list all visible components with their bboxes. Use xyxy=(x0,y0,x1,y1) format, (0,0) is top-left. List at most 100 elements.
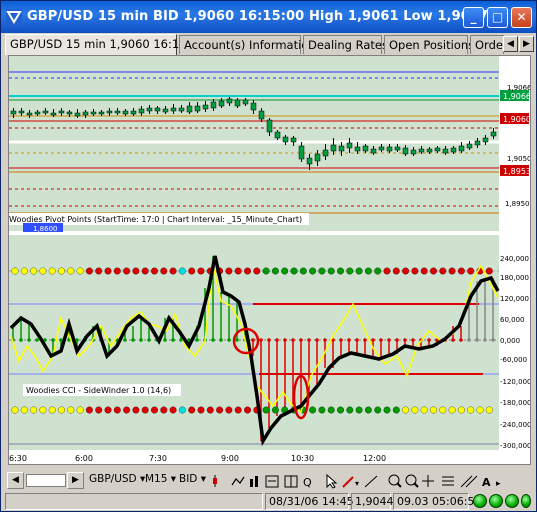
cci-histogram-dot xyxy=(235,338,239,342)
sidewinder-dot xyxy=(346,406,354,414)
time-axis-label: 9:00 xyxy=(221,454,239,463)
time-axis-label: 7:30 xyxy=(149,454,167,463)
sidewinder-dot xyxy=(160,406,168,414)
sidewinder-dot xyxy=(76,406,84,414)
tab-scroll-left-button[interactable]: ◀ xyxy=(503,36,518,52)
candle-body xyxy=(138,108,145,114)
cci-axis-label: -60,000 xyxy=(500,356,527,364)
candle-body xyxy=(346,142,353,149)
candle-body xyxy=(434,147,441,152)
zoom-in-icon[interactable] xyxy=(388,474,402,488)
candle-body xyxy=(90,111,97,115)
crosshair-icon[interactable] xyxy=(422,475,434,487)
interval-selector[interactable]: M15 ▾ xyxy=(145,471,176,490)
candle-body xyxy=(370,148,377,154)
chart-scrollbar[interactable] xyxy=(26,474,66,487)
chart-canvas[interactable]: 1,9066 1,9066 1,9060 1,8953 1,9050 1,895… xyxy=(9,56,532,464)
cci-axis-label: -180,000 xyxy=(500,399,530,407)
arrow-left-icon: ◀ xyxy=(507,39,514,49)
candle-body xyxy=(66,111,73,115)
sidewinder-dot xyxy=(318,406,326,414)
title-bar[interactable]: GBP/USD 15 min BID 1,9060 16:15:00 High … xyxy=(1,1,536,33)
app-logo-icon xyxy=(6,9,22,25)
fibonacci-icon[interactable] xyxy=(442,476,454,486)
connection-status-icon xyxy=(473,494,487,508)
sidewinder-dot xyxy=(20,406,28,414)
price-type-selector[interactable]: BID ▾ xyxy=(179,471,206,490)
sidewinder-dot xyxy=(225,406,233,414)
area-chart-icon[interactable] xyxy=(265,475,279,488)
symbol-selector[interactable]: GBP/USD ▾ xyxy=(89,471,145,490)
cci-histogram-dot xyxy=(467,338,471,342)
candle-body xyxy=(10,110,17,115)
candle-body xyxy=(186,105,193,113)
zoom-out-icon[interactable] xyxy=(405,474,419,488)
sidewinder-dot xyxy=(123,406,131,414)
sidewinder-dot xyxy=(485,267,493,275)
candle-body xyxy=(122,110,129,115)
bar-chart-icon[interactable] xyxy=(250,476,258,487)
cci-histogram-dot xyxy=(251,338,255,342)
more-icon[interactable]: ▸ xyxy=(496,479,501,489)
pencil-icon[interactable]: ▾ xyxy=(342,476,359,488)
cci-histogram-dot xyxy=(195,338,199,342)
chart-area[interactable]: 1,9066 1,9066 1,9060 1,8953 1,9050 1,895… xyxy=(8,55,532,465)
scroll-right-button[interactable]: ▶ xyxy=(67,472,84,489)
cci-histogram-dot xyxy=(283,338,287,342)
svg-text:A: A xyxy=(482,476,491,489)
pointer-icon[interactable] xyxy=(326,473,338,489)
sidewinder-dot xyxy=(402,406,410,414)
query-icon[interactable]: Q xyxy=(303,476,312,489)
sidewinder-dot xyxy=(141,267,149,275)
sidewinder-dot xyxy=(430,267,437,275)
sidewinder-dot xyxy=(141,406,149,414)
channel-icon[interactable] xyxy=(460,475,478,488)
sidewinder-dot xyxy=(95,267,103,275)
candle-body xyxy=(442,148,449,154)
maximize-button[interactable]: □ xyxy=(487,7,508,28)
price-feed-status-icon xyxy=(489,494,503,508)
sidewinder-dot xyxy=(457,406,465,414)
cci-histogram-dot xyxy=(19,338,23,342)
tab-account-information[interactable]: Account(s) Information xyxy=(179,35,316,54)
scroll-left-button[interactable]: ◀ xyxy=(7,472,24,489)
chart-tools: Q ▾ A ▸ xyxy=(213,473,501,489)
minimize-button[interactable]: _ xyxy=(463,7,484,28)
sidewinder-dot xyxy=(132,406,140,414)
tab-bar: GBP/USD 15 min 1,9060 16:15:00 Account(s… xyxy=(5,34,534,55)
compare-icon[interactable] xyxy=(284,475,298,488)
cci-axis-label: -240,000 xyxy=(500,421,530,429)
tab-chart[interactable]: GBP/USD 15 min 1,9060 16:15:00 xyxy=(5,34,205,55)
sidewinder-dot xyxy=(402,267,410,275)
candle-body xyxy=(18,110,25,114)
sidewinder-dot xyxy=(318,267,326,275)
pivot-tag-label: 1,8600 xyxy=(33,225,58,233)
sidewinder-dot xyxy=(216,406,224,414)
candle-style-icon[interactable] xyxy=(213,475,217,487)
candle-body xyxy=(426,148,433,153)
line-chart-icon[interactable] xyxy=(231,476,245,486)
arrow-left-icon: ◀ xyxy=(12,475,19,485)
sidewinder-dot xyxy=(188,406,196,414)
sidewinder-dot xyxy=(58,267,65,275)
sidewinder-dot xyxy=(132,267,140,275)
text-tool-icon[interactable]: A xyxy=(482,476,491,489)
cci-histogram-dot xyxy=(379,338,383,342)
sidewinder-dot xyxy=(383,406,391,414)
candle-body xyxy=(162,108,169,113)
tab-dealing-rates[interactable]: Dealing Rates xyxy=(303,35,388,54)
tab-scroll-right-button[interactable]: ▶ xyxy=(519,36,534,52)
sidewinder-dot xyxy=(411,267,419,275)
sidewinder-dot xyxy=(271,406,279,414)
tab-order[interactable]: Order xyxy=(470,35,504,54)
sidewinder-dot xyxy=(67,267,75,275)
sidewinder-dot xyxy=(104,406,112,414)
tab-open-positions[interactable]: Open Positions xyxy=(384,35,474,54)
symbol-label: GBP/USD xyxy=(89,473,137,485)
high-price-label: 1,9066 xyxy=(503,92,530,101)
draw-line-icon[interactable] xyxy=(364,475,378,488)
candle-body xyxy=(306,157,313,165)
svg-text:▸: ▸ xyxy=(496,479,501,489)
close-button[interactable]: ✕ xyxy=(511,7,532,28)
price-label-top: 1,9066 xyxy=(507,84,530,92)
